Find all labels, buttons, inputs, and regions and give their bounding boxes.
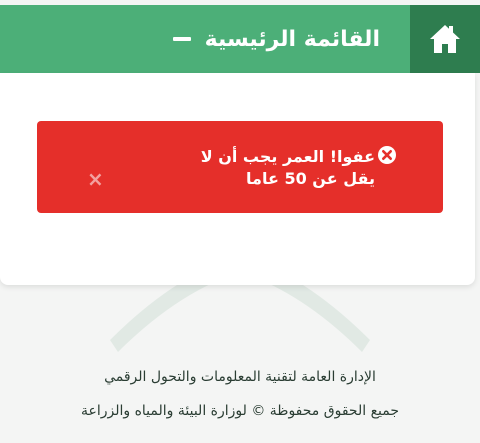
error-alert: عفوا! العمر يجب أن لا يقل عن 50 عاما ×: [37, 121, 443, 213]
main-menu-title: القائمة الرئيسية: [204, 26, 380, 52]
home-icon: [430, 25, 460, 53]
footer: الإدارة العامة لتقنية المعلومات والتحول …: [0, 360, 480, 428]
dismiss-alert-button[interactable]: ×: [87, 169, 104, 189]
alert-message-container: عفوا! العمر يجب أن لا يقل عن 50 عاما: [165, 146, 405, 190]
top-bar: القائمة الرئيسية: [0, 5, 480, 73]
footer-department: الإدارة العامة لتقنية المعلومات والتحول …: [104, 369, 376, 385]
home-button[interactable]: [410, 5, 480, 73]
footer-copyright: جميع الحقوق محفوظة © لوزارة البيئة والمي…: [80, 403, 399, 419]
alert-message: عفوا! العمر يجب أن لا يقل عن 50 عاما: [200, 147, 375, 188]
minus-icon: [172, 37, 191, 41]
main-menu-toggle[interactable]: القائمة الرئيسية: [172, 5, 380, 73]
page: القائمة الرئيسية عفوا! العمر يجب أن لا ي…: [0, 0, 480, 443]
content-card: عفوا! العمر يجب أن لا يقل عن 50 عاما ×: [0, 73, 475, 285]
